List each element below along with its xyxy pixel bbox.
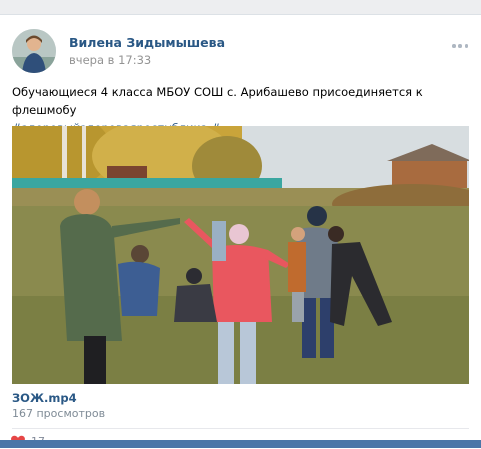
bottom-bar — [0, 440, 481, 448]
divider — [12, 428, 469, 429]
video-views: 167 просмотров — [12, 407, 106, 420]
post-time[interactable]: вчера в 17:33 — [69, 53, 151, 67]
post-card: Вилена Зидымышева вчера в 17:33 Обучающи… — [0, 14, 481, 449]
post-text-body: Обучающиеся 4 класса МБОУ СОШ с. Арибаше… — [12, 85, 423, 117]
video-thumbnail — [12, 126, 469, 384]
video-title[interactable]: ЗОЖ.mp4 — [12, 391, 77, 405]
author-name[interactable]: Вилена Зидымышева — [69, 35, 225, 50]
more-dots-icon[interactable] — [452, 43, 468, 49]
video-player[interactable] — [12, 126, 469, 384]
avatar[interactable] — [12, 29, 56, 73]
